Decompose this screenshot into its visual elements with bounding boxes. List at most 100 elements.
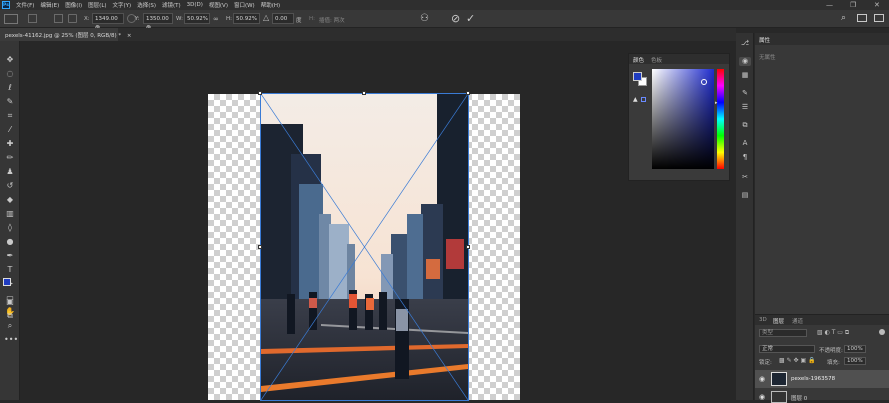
web-safe-icon[interactable] — [641, 97, 646, 102]
gamut-warning-icon[interactable]: ▲ — [633, 96, 638, 103]
history-panel-icon[interactable]: ⎇ — [739, 39, 751, 48]
link-icon[interactable]: ∞ — [213, 15, 219, 23]
transform-handle-middle-right[interactable] — [466, 245, 470, 249]
tab-3d[interactable]: 3D — [759, 317, 767, 323]
menu-3d[interactable]: 3D(D) — [187, 2, 203, 8]
lock-icons[interactable]: ▩ ✎ ✥ ▣ 🔒 — [779, 357, 816, 364]
clone-stamp-icon[interactable]: ♟ — [4, 167, 16, 177]
eyedropper-tool-icon[interactable]: ⁄ — [4, 125, 16, 135]
paragraph-panel-icon[interactable]: ¶ — [739, 153, 751, 162]
layer-name[interactable]: 图层 0 — [791, 394, 807, 402]
menu-layer[interactable]: 图层(L) — [88, 1, 106, 9]
maximize-button[interactable]: ❐ — [850, 1, 856, 9]
eye-icon[interactable]: ◉ — [759, 375, 765, 383]
document-tab[interactable]: pexels-41162.jpg @ 25% (图层 0, RGB/8) * × — [0, 28, 131, 41]
move-tool-icon[interactable]: ✥ — [4, 55, 16, 65]
reference-grid-icon[interactable] — [68, 14, 77, 23]
foreground-color-swatch[interactable] — [3, 278, 11, 286]
interpolation-label[interactable]: 插值: 两次 — [319, 16, 345, 24]
transform-handle-middle-left[interactable] — [258, 245, 262, 249]
menu-edit[interactable]: 编辑(E) — [40, 1, 59, 9]
options-bar: X: 1349.00 像 Y: 1350.00 像 W: 50.92% ∞ H:… — [0, 10, 889, 32]
glyphs-panel-icon[interactable]: ▤ — [739, 191, 751, 200]
tab-layers[interactable]: 图层 — [773, 317, 784, 325]
tab-channels[interactable]: 通道 — [792, 317, 803, 325]
quick-mask-icon[interactable]: ▣ — [4, 297, 16, 307]
layer-row[interactable]: ◉ 图层 0 — [755, 389, 889, 403]
screen-mode-icon[interactable]: ⧉ — [4, 311, 16, 321]
filter-icons[interactable]: ▧ ◐ T ▭ ⧉ — [817, 329, 849, 337]
eraser-tool-icon[interactable]: ◆ — [4, 195, 16, 205]
dodge-tool-icon[interactable]: ● — [4, 237, 16, 247]
menu-image[interactable]: 图像(I) — [65, 1, 82, 9]
fill-field[interactable]: 100% — [844, 357, 866, 365]
workspace-icon[interactable] — [857, 14, 867, 22]
lock-label: 锁定: — [759, 360, 772, 366]
more-tools-icon[interactable]: ••• — [4, 335, 18, 345]
menu-filter[interactable]: 滤镜(T) — [162, 1, 181, 9]
filter-toggle[interactable] — [879, 329, 885, 335]
height-field[interactable]: 50.92% — [233, 13, 260, 24]
swatches-panel-icon[interactable]: ▦ — [739, 71, 751, 80]
tab-color[interactable]: 颜色 — [633, 56, 644, 64]
character-panel-icon[interactable]: A — [739, 139, 751, 148]
adjustments-panel-icon[interactable]: ✎ — [739, 89, 751, 98]
transform-handle-top-left[interactable] — [258, 91, 262, 95]
menu-view[interactable]: 视图(V) — [209, 1, 228, 9]
opacity-field[interactable]: 100% — [844, 345, 866, 353]
width-field[interactable]: 50.92% — [184, 13, 210, 24]
lasso-tool-icon[interactable]: ℓ — [4, 83, 16, 93]
marquee-tool-icon[interactable]: ◌ — [4, 69, 16, 79]
blend-mode-select[interactable]: 正常 — [759, 345, 815, 353]
share-icon[interactable] — [874, 14, 884, 22]
city-street-photo[interactable] — [261, 94, 468, 400]
layer-filter-select[interactable]: 类型 — [759, 329, 807, 337]
gradient-tool-icon[interactable]: ▥ — [4, 209, 16, 219]
close-document-icon[interactable]: × — [127, 33, 132, 39]
y-label: Y: — [135, 16, 140, 22]
layer-name[interactable]: pexels-1963578 — [791, 376, 835, 382]
libraries-panel-icon[interactable]: ⧉ — [739, 121, 751, 130]
menu-window[interactable]: 窗口(W) — [234, 1, 255, 9]
warp-mode-icon[interactable]: ⚇ — [420, 13, 429, 24]
foreground-color-chip[interactable] — [633, 72, 642, 81]
minimize-button[interactable]: — — [826, 1, 833, 9]
x-position-field[interactable]: 1349.00 像 — [92, 13, 124, 32]
healing-brush-icon[interactable]: ✚ — [4, 139, 16, 149]
crop-tool-icon[interactable]: ⌗ — [4, 111, 16, 121]
color-panel-icon[interactable]: ◉ — [739, 57, 751, 66]
rotate-angle-field[interactable]: 0.00 — [272, 13, 294, 24]
type-tool-icon[interactable]: T — [4, 265, 16, 275]
transform-icon[interactable] — [28, 14, 37, 23]
commit-transform-button[interactable]: ✓ — [466, 12, 475, 25]
menu-help[interactable]: 帮助(H) — [261, 1, 280, 9]
search-icon[interactable]: ⌕ — [841, 13, 846, 23]
properties-panel-icon[interactable]: ☰ — [739, 103, 751, 112]
layer-row[interactable]: ◉ pexels-1963578 — [755, 370, 889, 388]
transform-handle-top-right[interactable] — [466, 91, 470, 95]
move-tool-preset-icon[interactable] — [4, 14, 18, 24]
menu-file[interactable]: 文件(F) — [16, 1, 34, 9]
cancel-transform-button[interactable]: ⊘ — [451, 12, 460, 25]
tab-properties[interactable]: 属性 — [759, 36, 770, 44]
pen-tool-icon[interactable]: ✒ — [4, 251, 16, 261]
tab-swatches[interactable]: 色板 — [651, 56, 662, 64]
menu-type[interactable]: 文字(Y) — [113, 1, 132, 9]
reference-point-icon[interactable] — [54, 14, 63, 23]
zoom-tool-icon[interactable]: ⌕ — [4, 321, 16, 331]
hue-slider[interactable] — [717, 69, 724, 169]
quick-select-tool-icon[interactable]: ✎ — [4, 97, 16, 107]
close-window-button[interactable]: ✕ — [874, 1, 880, 9]
hue-slider-handle[interactable]: ▸ — [715, 100, 718, 106]
layer-thumbnail — [771, 391, 787, 403]
photoshop-logo[interactable]: Ps — [2, 1, 10, 9]
blur-tool-icon[interactable]: ◊ — [4, 223, 16, 233]
tools-preset-icon[interactable]: ✂ — [739, 173, 751, 182]
color-picker-cursor[interactable] — [701, 79, 707, 85]
transform-handle-top-middle[interactable] — [362, 91, 366, 95]
y-position-field[interactable]: 1350.00 像 — [143, 13, 173, 32]
menu-select[interactable]: 选择(S) — [137, 1, 156, 9]
brush-tool-icon[interactable]: ✏ — [4, 153, 16, 163]
document-tab-title: pexels-41162.jpg @ 25% (图层 0, RGB/8) * — [5, 33, 122, 39]
history-brush-icon[interactable]: ↺ — [4, 181, 16, 191]
